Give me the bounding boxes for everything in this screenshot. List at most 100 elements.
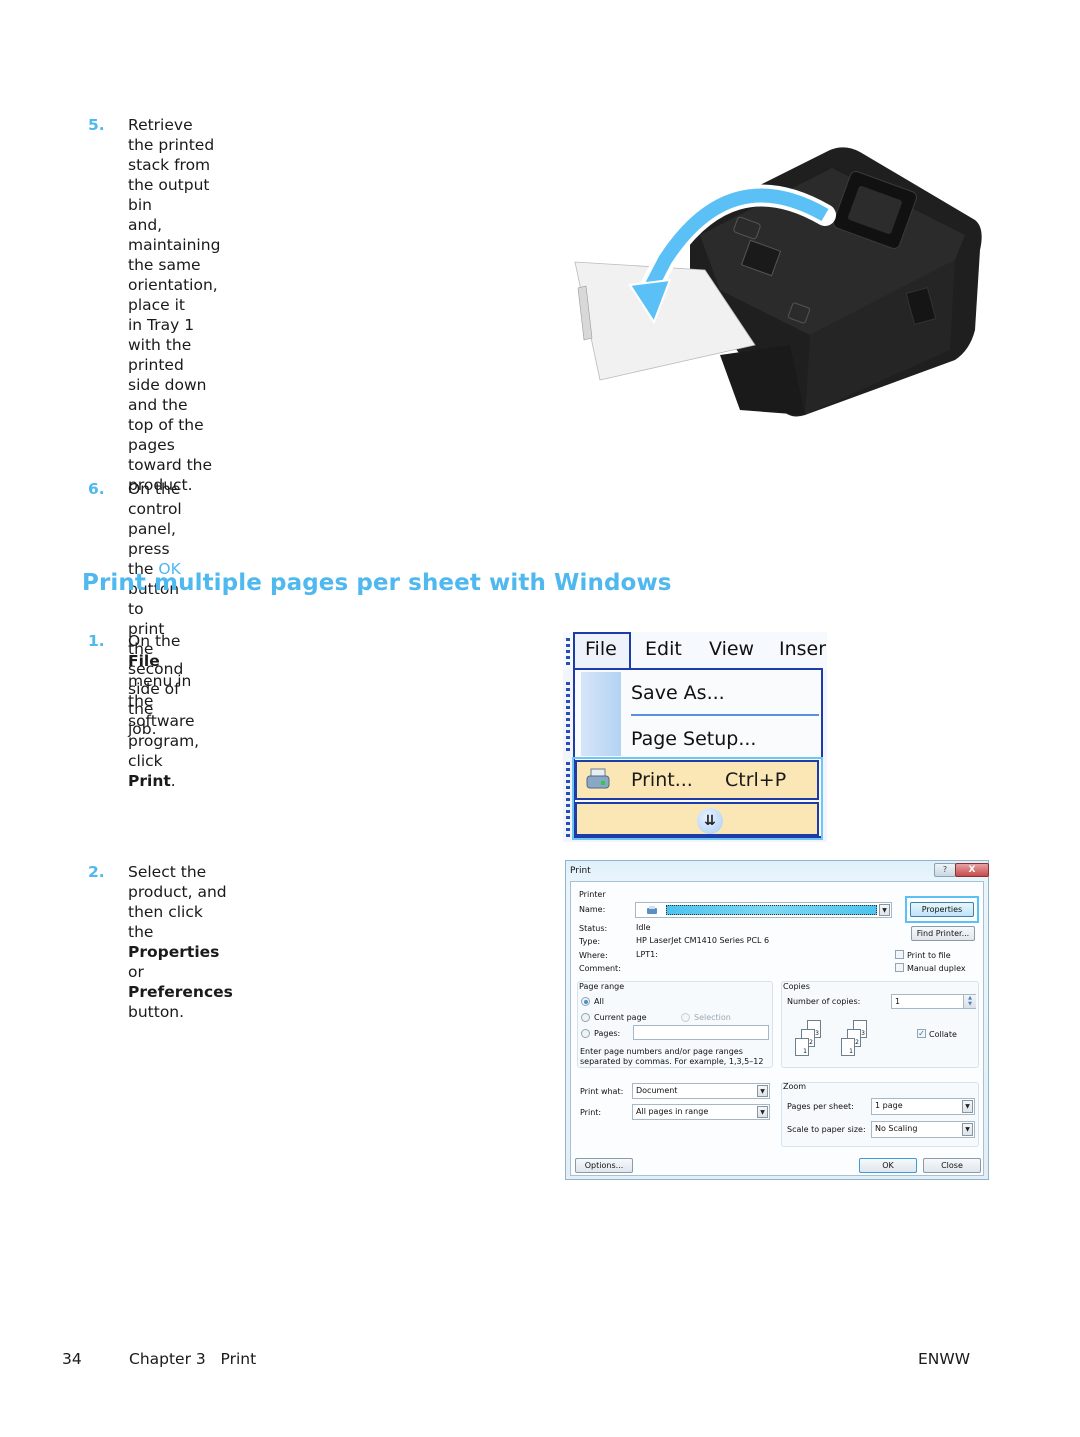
toolbar-grip (566, 682, 570, 752)
chevron-down-icon[interactable]: ▼ (962, 1123, 973, 1136)
text: or (128, 963, 144, 981)
menu-insert[interactable]: Inser (779, 638, 826, 660)
selected-printer-highlight (666, 905, 877, 915)
menu-item-page-setup[interactable]: Page Setup... (631, 728, 756, 750)
pages-per-sheet-label: Pages per sheet: (787, 1102, 854, 1111)
comment-label: Comment: (579, 964, 621, 973)
scale-value: No Scaling (875, 1124, 918, 1133)
step-number: 1. (88, 632, 105, 650)
print-what-label: Print what: (580, 1087, 624, 1096)
copies-spinner[interactable]: ▲ ▼ (963, 995, 976, 1008)
toolbar-grip (566, 762, 570, 838)
menu-expand-row[interactable]: ⇊ (575, 802, 819, 836)
page-icon: 1 (795, 1038, 809, 1056)
options-button[interactable]: Options... (575, 1158, 633, 1173)
range-all-radio[interactable] (581, 997, 590, 1006)
range-hint: Enter page numbers and/or page ranges se… (580, 1047, 764, 1066)
printer-icon (586, 768, 610, 789)
step-text: On the File menu in the software program… (128, 631, 199, 791)
page-icon: 1 (841, 1038, 855, 1056)
dialog-title: Print (570, 866, 591, 876)
where-label: Where: (579, 951, 608, 960)
locale-label: ENWW (918, 1350, 971, 1368)
print-value: All pages in range (636, 1107, 709, 1116)
chapter-label: Chapter 3 Print (129, 1350, 257, 1368)
chevron-down-icon[interactable]: ▼ (757, 1106, 768, 1118)
menu-view[interactable]: View (709, 638, 754, 660)
status-label: Status: (579, 924, 608, 933)
text: menu in the software program, click (128, 672, 200, 770)
text: button. (128, 1003, 185, 1021)
menu-separator (631, 714, 819, 716)
range-selection-label: Selection (694, 1013, 731, 1022)
name-label: Name: (579, 905, 606, 914)
pages-input[interactable] (633, 1025, 769, 1040)
dialog-body: Printer Name: ▼ Properties Find Printer.… (570, 881, 984, 1176)
text: On the (128, 632, 181, 650)
file-menu-reference: File (128, 652, 160, 670)
chevron-down-icon[interactable]: ▼ (879, 904, 890, 916)
pages-per-sheet-value: 1 page (875, 1101, 903, 1110)
find-printer-button[interactable]: Find Printer... (911, 926, 975, 941)
text: Select the product, and then click the (128, 863, 227, 941)
range-selection-radio[interactable] (681, 1013, 690, 1022)
menu-item-print[interactable]: Print... Ctrl+P (575, 760, 819, 800)
scale-label: Scale to paper size: (787, 1125, 866, 1134)
toolbar-grip (566, 638, 570, 666)
range-all-label: All (594, 997, 604, 1006)
print-to-file-checkbox[interactable] (895, 950, 904, 959)
printer-manual-duplex-illustration (574, 147, 982, 417)
manual-duplex-label: Manual duplex (907, 964, 966, 973)
chevron-down-icon[interactable]: ▼ (962, 1100, 973, 1113)
file-menu-screenshot: File Edit View Inser Save As... Page Set… (563, 632, 827, 842)
printer-body (690, 147, 982, 417)
print-to-file-label: Print to file (907, 951, 951, 960)
range-pages-label: Pages: (594, 1029, 621, 1038)
menu-item-save-as[interactable]: Save As... (631, 682, 725, 704)
collate-label: Collate (929, 1030, 957, 1039)
chevron-down-icon[interactable]: ▼ (757, 1085, 768, 1097)
close-button[interactable]: Close (923, 1158, 981, 1173)
collate-checkbox[interactable]: ✓ (917, 1029, 926, 1038)
print-what-value: Document (636, 1086, 678, 1095)
print-label: Print: (580, 1108, 602, 1117)
page-number: 34 (62, 1350, 82, 1368)
print-what-select[interactable]: Document ▼ (632, 1083, 770, 1099)
zoom-group-label: Zoom (783, 1082, 807, 1091)
print-label: Print... (631, 769, 693, 791)
pages-per-sheet-select[interactable]: 1 page ▼ (871, 1098, 975, 1115)
range-pages-radio[interactable] (581, 1029, 590, 1038)
manual-duplex-checkbox[interactable] (895, 963, 904, 972)
section-heading: Print multiple pages per sheet with Wind… (82, 570, 672, 596)
step-number: 2. (88, 863, 105, 881)
type-value: HP LaserJet CM1410 Series PCL 6 (636, 936, 770, 945)
step-number: 6. (88, 480, 105, 498)
double-chevron-down-icon[interactable]: ⇊ (697, 808, 723, 834)
step-number: 5. (88, 116, 105, 134)
properties-reference: Properties (128, 943, 220, 961)
print-command-reference: Print (128, 772, 171, 790)
copies-label: Number of copies: (787, 997, 861, 1006)
print-select[interactable]: All pages in range ▼ (632, 1104, 770, 1120)
scale-select[interactable]: No Scaling ▼ (871, 1121, 975, 1138)
print-dialog-screenshot: Print ? X Printer Name: ▼ Properties Fin… (565, 860, 989, 1180)
step-text: Retrieve the printed stack from the outp… (128, 116, 221, 494)
range-current-label: Current page (594, 1013, 647, 1022)
menu-file-label[interactable]: File (585, 638, 617, 660)
preferences-reference: Preferences (128, 983, 233, 1001)
page-range-label: Page range (579, 982, 625, 991)
print-shortcut: Ctrl+P (725, 769, 787, 791)
copies-group-label: Copies (783, 982, 810, 991)
printer-name-select[interactable]: ▼ (635, 902, 892, 918)
range-current-radio[interactable] (581, 1013, 590, 1022)
ok-button[interactable]: OK (859, 1158, 917, 1173)
menu-icon-column (581, 672, 621, 756)
where-value: LPT1: (636, 950, 658, 959)
properties-button[interactable]: Properties (910, 902, 974, 917)
close-window-button[interactable]: X (955, 863, 989, 877)
step-text: Select the product, and then click the P… (128, 862, 233, 1022)
menu-edit[interactable]: Edit (645, 638, 682, 660)
printer-icon (647, 906, 657, 914)
text: . (170, 772, 176, 790)
help-button[interactable]: ? (934, 863, 956, 877)
